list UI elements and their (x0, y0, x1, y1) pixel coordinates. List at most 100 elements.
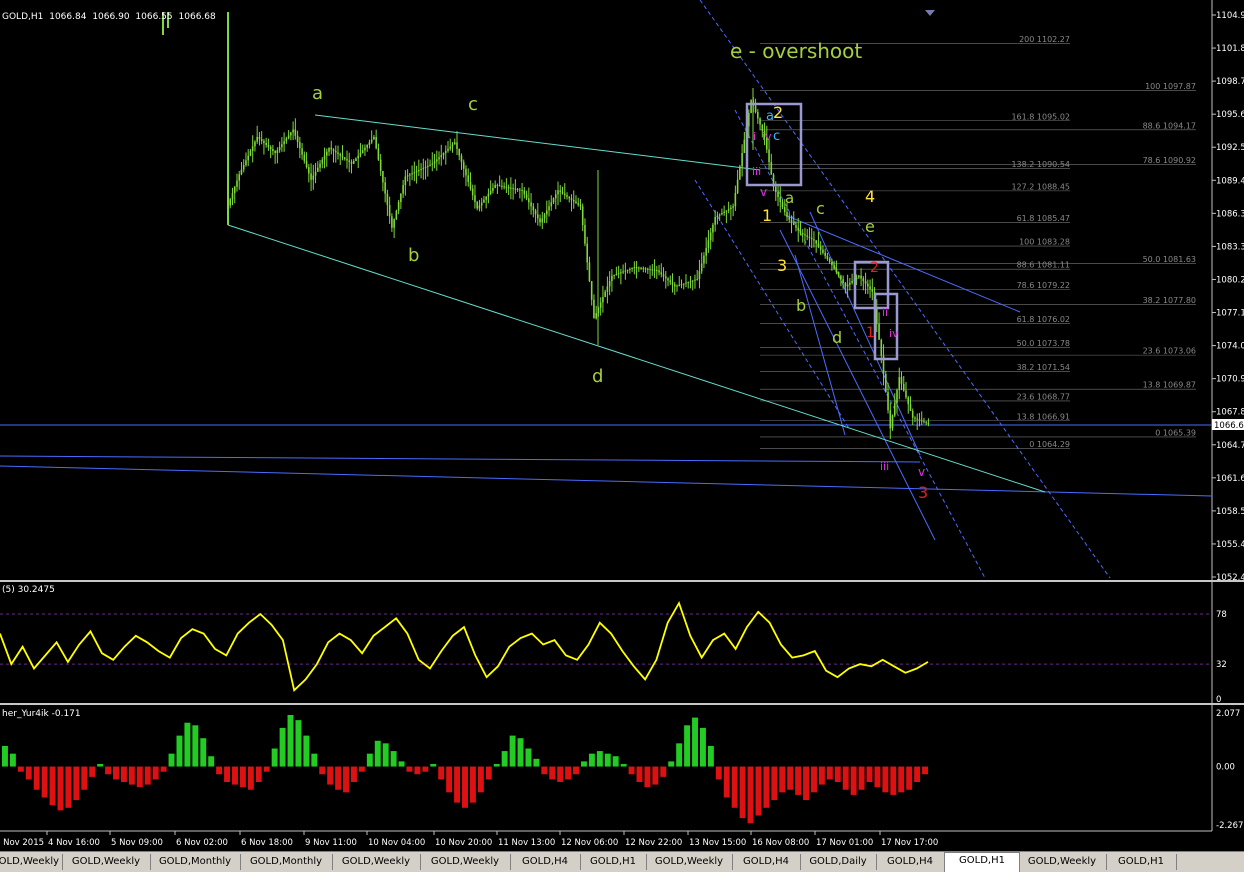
chart-tab[interactable]: GOLD,Weekly (1018, 854, 1107, 870)
histogram-pane[interactable]: 2.077 0.00 -2.267 3 Nov 2015 4 Nov 16:00 5 No… (0, 705, 1244, 851)
chart-tab[interactable]: GOLD,Weekly (0, 854, 63, 870)
histogram-bar (358, 766, 365, 772)
candle-body (290, 132, 292, 136)
candle-body (512, 188, 514, 190)
price-tick-label: 1083.30 (1216, 242, 1244, 252)
wave-number-red-1: 1 (866, 325, 875, 341)
candle-body (505, 186, 508, 188)
candle-body (543, 214, 546, 219)
candle-body (352, 160, 355, 164)
candle-body (662, 274, 665, 277)
chart-tab[interactable]: GOLD,Weekly (332, 854, 421, 870)
candle-body (869, 286, 871, 290)
candle-body (918, 419, 921, 421)
symbol-label: GOLD,H1 (2, 12, 44, 22)
candle-body (754, 105, 757, 113)
candle-body (864, 281, 867, 284)
candle-body (911, 410, 914, 418)
candle-body (350, 162, 353, 164)
candle-body (593, 299, 595, 319)
histogram-bar (850, 766, 857, 795)
histogram-bar (41, 766, 48, 798)
candle-body (413, 172, 416, 174)
candle-body (826, 255, 829, 259)
wave-label-v: v (760, 185, 767, 199)
candle-body (566, 195, 568, 197)
chart-tab[interactable]: GOLD,Weekly (646, 854, 733, 870)
histogram-bar (81, 766, 88, 790)
wave-number-1: 1 (762, 206, 772, 225)
histogram-bar (152, 766, 159, 780)
histogram-bar (295, 720, 302, 767)
candle-body (790, 219, 793, 223)
histogram-bar (612, 756, 619, 767)
candle-body (525, 194, 528, 199)
candle-body (795, 225, 797, 228)
histogram-bar (811, 766, 817, 793)
chart-tab[interactable]: GOLD,H4 (510, 854, 581, 870)
histogram-bar (755, 766, 762, 816)
histogram-bar (192, 725, 199, 767)
oscillator-pane[interactable]: 78 32 0 (5) 30.2475 (0, 582, 1244, 703)
wave-label-i: i (753, 130, 756, 143)
chart-tab[interactable]: GOLD,H1 (580, 854, 647, 870)
histogram-bar (596, 751, 603, 767)
candle-body (498, 185, 501, 187)
price-tick-label: 1104.93 (1216, 11, 1244, 21)
price-tick-label: 1077.12 (1216, 309, 1244, 319)
candle-body (810, 238, 813, 240)
candle-body (707, 240, 710, 248)
histogram-bar (509, 735, 516, 767)
histogram-bar (208, 756, 215, 767)
histogram-bar (105, 766, 112, 775)
candle-body (460, 155, 463, 163)
time-tick-label: 6 Nov 18:00 (241, 838, 293, 848)
histogram-bar (319, 766, 326, 775)
chart-tab[interactable]: GOLD,Daily (800, 854, 877, 870)
histogram-bar (469, 766, 476, 803)
oscillator-tick-label: 0 (1216, 695, 1221, 703)
candle-body (615, 274, 618, 276)
candle-body (893, 402, 896, 416)
candle-body (792, 222, 795, 226)
candle-body (348, 160, 351, 163)
chart-tab[interactable]: GOLD,H4 (876, 854, 945, 870)
price-chart-pane[interactable]: 1104.93 1101.84 1098.75 1095.66 1092.57 1089.… (0, 0, 1244, 580)
candle-body (236, 180, 238, 187)
candle-body (305, 160, 308, 168)
candle-body (431, 163, 434, 165)
candle-body (395, 210, 398, 220)
oscillator-chart: 78 32 0 (0, 582, 1227, 703)
wave-label-iii: iii (752, 165, 761, 178)
candle-body (377, 148, 380, 160)
histogram-bar (763, 766, 770, 808)
histogram-bar (160, 766, 167, 772)
candle-body (537, 214, 539, 219)
fib-level-label: 50.0 1081.63 (1143, 255, 1196, 264)
candle-body (260, 138, 263, 141)
chart-tab[interactable]: GOLD,H4 (732, 854, 801, 870)
chart-tab[interactable]: GOLD,H1 (944, 852, 1020, 872)
chart-tab[interactable]: GOLD,H1 (1106, 854, 1177, 870)
candle-body (258, 136, 261, 139)
chart-tab[interactable]: GOLD,Monthly (150, 854, 241, 870)
time-tick-label: 13 Nov 15:00 (689, 838, 746, 848)
wave-label-iv: iv (762, 130, 772, 143)
chart-tab[interactable]: GOLD,Weekly (62, 854, 151, 870)
candle-body (406, 175, 409, 177)
chart-tab[interactable]: GOLD,Weekly (420, 854, 511, 870)
candle-body (896, 389, 898, 403)
candle-body (898, 377, 901, 390)
histogram-bar (128, 766, 135, 785)
histogram-bar (446, 766, 453, 793)
price-tick-label: 1074.03 (1216, 342, 1244, 352)
chart-tab[interactable]: GOLD,Monthly (240, 854, 333, 870)
candle-body (606, 286, 609, 292)
candle-body (471, 188, 474, 196)
wave-number-3: 3 (777, 256, 787, 275)
histogram-chart: 2.077 0.00 -2.267 3 Nov 2015 4 Nov 16:00 5 No… (0, 705, 1244, 851)
wave-label-a: a (312, 83, 323, 104)
candle-body (732, 206, 734, 208)
histogram-bar (533, 758, 540, 767)
chart-title: GOLD,H1 1066.84 1066.90 1066.55 1066.68 (2, 12, 219, 22)
